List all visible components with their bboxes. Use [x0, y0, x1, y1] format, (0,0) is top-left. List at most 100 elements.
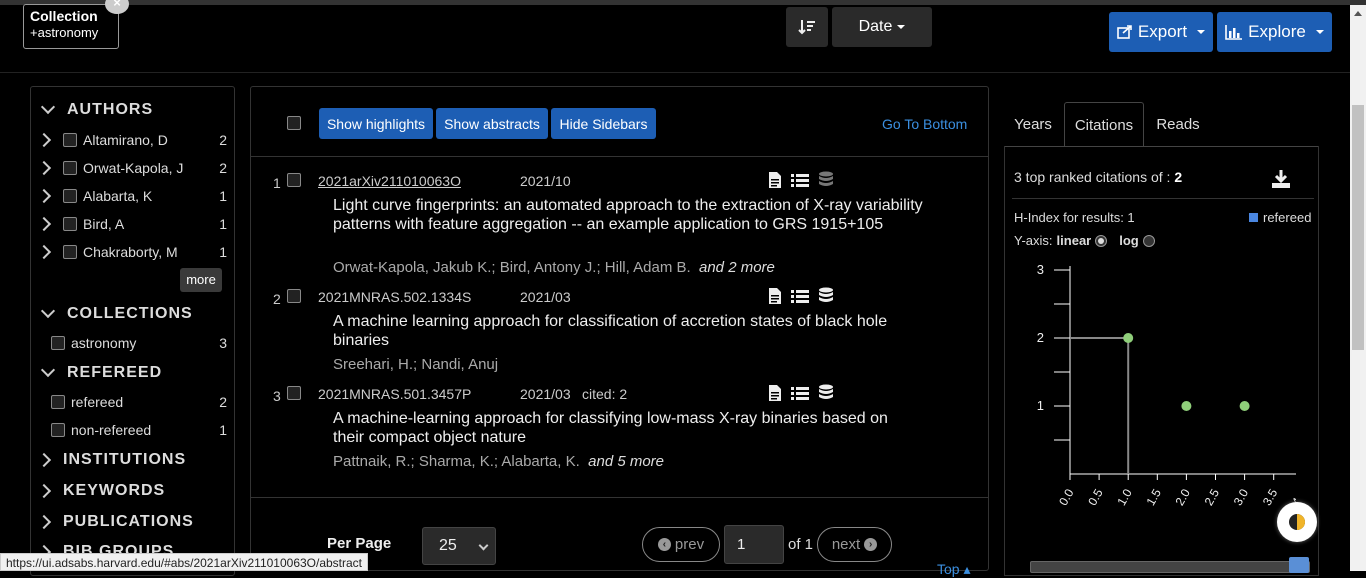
result-title[interactable]: A machine-learning approach for classify…	[333, 409, 923, 447]
yaxis-linear-radio[interactable]	[1095, 234, 1108, 247]
prev-page-button[interactable]: ‹ prev	[642, 527, 720, 562]
result-title[interactable]: Light curve fingerprints: an automated a…	[333, 196, 923, 234]
facet-more-button[interactable]: more	[180, 268, 222, 292]
prev-label: prev	[674, 536, 705, 553]
more-authors-link[interactable]: and 2 more	[699, 259, 775, 276]
yaxis-log-radio[interactable]	[1142, 234, 1155, 247]
chevron-right-icon[interactable]	[36, 160, 52, 176]
facet-publications-header[interactable]: PUBLICATIONS	[36, 513, 194, 531]
facet-item-collection[interactable]: astronomy 3	[51, 332, 227, 354]
theme-toggle-button[interactable]	[1277, 502, 1317, 542]
tab-reads[interactable]: Reads	[1145, 102, 1211, 147]
facet-item-label: astronomy	[71, 335, 137, 351]
chevron-down-icon	[478, 540, 489, 551]
database-icon[interactable]	[818, 287, 834, 305]
result-cited-count[interactable]: cited: 2	[582, 386, 627, 402]
facet-checkbox[interactable]	[63, 189, 77, 203]
facet-item-author[interactable]: Altamirano, D 2	[36, 129, 227, 151]
show-highlights-button[interactable]: Show highlights	[319, 108, 433, 139]
result-actions	[768, 384, 834, 402]
result-bibcode-link[interactable]: 2021MNRAS.502.1334S	[318, 289, 471, 305]
chevron-down-icon	[40, 303, 56, 319]
facet-institutions-header[interactable]: INSTITUTIONS	[36, 451, 186, 469]
top-border	[0, 0, 1366, 5]
list-icon[interactable]	[791, 385, 809, 401]
document-icon[interactable]	[768, 287, 782, 305]
facet-checkbox[interactable]	[51, 395, 65, 409]
facet-collections-header[interactable]: COLLECTIONS	[39, 303, 193, 323]
next-page-button[interactable]: next ›	[817, 527, 892, 562]
facet-item-author[interactable]: Alabarta, K 1	[36, 185, 227, 207]
facet-checkbox[interactable]	[51, 423, 65, 437]
facet-checkbox[interactable]	[51, 336, 65, 350]
chevron-right-icon: ›	[864, 538, 878, 551]
result-bibcode-link[interactable]: 2021MNRAS.501.3457P	[318, 386, 471, 402]
x-tick-label: 0.5	[1085, 486, 1106, 508]
chevron-right-icon[interactable]	[36, 216, 52, 232]
list-icon[interactable]	[791, 172, 809, 188]
facet-item-author[interactable]: Bird, A 1	[36, 213, 227, 235]
result-checkbox[interactable]	[287, 289, 301, 303]
chevron-right-icon[interactable]	[36, 188, 52, 204]
database-icon[interactable]	[818, 384, 834, 402]
facet-checkbox[interactable]	[63, 133, 77, 147]
x-tick-label: 2.0	[1173, 486, 1194, 508]
document-icon[interactable]	[768, 384, 782, 402]
export-button[interactable]: Export	[1109, 12, 1213, 52]
result-checkbox[interactable]	[287, 173, 301, 187]
facet-item-refereed[interactable]: non-refereed 1	[51, 419, 227, 441]
facet-checkbox[interactable]	[63, 217, 77, 231]
facet-item-count: 1	[219, 422, 227, 438]
chevron-right-icon[interactable]	[36, 132, 52, 148]
tab-years[interactable]: Years	[1003, 102, 1063, 147]
scrollbar-thumb[interactable]	[1352, 105, 1364, 350]
back-to-top-link[interactable]: Top ▴	[937, 561, 971, 578]
facet-item-count: 1	[219, 216, 227, 232]
chevron-right-icon[interactable]	[36, 244, 52, 260]
chevron-right-icon	[36, 483, 52, 499]
sort-desc-icon	[798, 20, 815, 35]
go-to-bottom-link[interactable]: Go To Bottom	[882, 116, 967, 132]
result-checkbox[interactable]	[287, 386, 301, 400]
range-slider-track[interactable]	[1030, 561, 1310, 573]
author-list[interactable]: Orwat-Kapola, Jakub K.; Bird, Antony J.;…	[333, 259, 691, 276]
list-icon[interactable]	[791, 288, 809, 304]
explore-button[interactable]: Explore	[1217, 12, 1332, 52]
more-authors-link[interactable]: and 5 more	[588, 453, 664, 470]
legend-label: refereed	[1263, 210, 1312, 225]
scroll-up-arrow-icon[interactable]	[1354, 11, 1362, 16]
facet-item-author[interactable]: Chakraborty, M 1	[36, 241, 227, 263]
select-all-checkbox[interactable]	[287, 116, 301, 130]
chevron-down-icon	[40, 362, 56, 378]
page-number-input[interactable]: 1	[724, 525, 784, 564]
database-icon[interactable]	[818, 171, 834, 189]
y-tick-label: 3	[1037, 262, 1044, 277]
facet-keywords-header[interactable]: KEYWORDS	[36, 482, 165, 500]
sort-direction-button[interactable]	[786, 7, 828, 47]
facet-checkbox[interactable]	[63, 245, 77, 259]
per-page-select[interactable]: 25	[422, 527, 496, 565]
facet-checkbox[interactable]	[63, 161, 77, 175]
x-tick-label: 0.0	[1056, 486, 1077, 508]
sort-field-dropdown[interactable]: Date	[832, 7, 932, 47]
facet-item-author[interactable]: Orwat-Kapola, J 2	[36, 157, 227, 179]
show-abstracts-button[interactable]: Show abstracts	[436, 108, 548, 139]
facet-item-refereed[interactable]: refereed 2	[51, 391, 227, 413]
citations-heading: 3 top ranked citations of : 2	[1014, 169, 1182, 185]
author-list[interactable]: Sreehari, H.; Nandi, Anuj	[333, 356, 498, 373]
document-icon[interactable]	[768, 171, 782, 189]
page-scrollbar[interactable]	[1350, 5, 1366, 571]
explore-label: Explore	[1248, 22, 1306, 41]
facet-title: COLLECTIONS	[67, 305, 193, 322]
result-title[interactable]: A machine learning approach for classifi…	[333, 312, 923, 350]
tab-citations[interactable]: Citations	[1064, 102, 1144, 147]
next-label: next	[831, 536, 861, 553]
author-list[interactable]: Pattnaik, R.; Sharma, K.; Alabarta, K.	[333, 453, 580, 470]
download-icon[interactable]	[1270, 168, 1292, 193]
yaxis-scale-toggle: Y-axis: linear log	[1014, 233, 1155, 248]
result-bibcode-link[interactable]: 2021arXiv211010063O	[318, 173, 461, 189]
hide-sidebars-button[interactable]: Hide Sidebars	[551, 108, 656, 139]
facet-refereed-header[interactable]: REFEREED	[39, 362, 162, 382]
facet-authors-header[interactable]: AUTHORS	[39, 99, 153, 119]
export-icon	[1117, 25, 1132, 39]
